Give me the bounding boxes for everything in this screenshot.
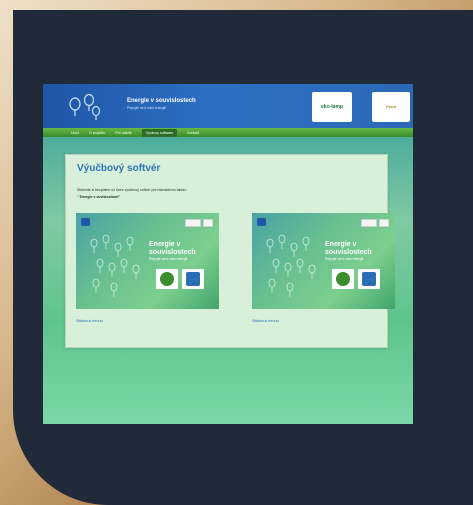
nav-item-pro-ucitele[interactable]: Pro ucitele — [115, 131, 132, 135]
nav-item-kontakt[interactable]: Kontakt — [187, 131, 199, 135]
card-subtitle: Pripojte se k nasi energii — [149, 257, 188, 261]
card-title: Energie v souvislostech — [325, 241, 372, 256]
ctrl-button-icon[interactable] — [361, 219, 377, 227]
app-logo-icon — [332, 269, 354, 289]
partner-logo-eko[interactable]: eko-lamp — [312, 92, 352, 122]
site-header: Energie v souvislostech Pripojte se k na… — [43, 84, 413, 128]
site-subtitle: Pripojte se k nasi energii! — [127, 106, 167, 110]
light-bulbs-icon — [69, 93, 101, 120]
card-subtitle: Pripojte se k nasi energii — [325, 257, 364, 261]
page-title: Výučbový softvér — [77, 163, 161, 174]
ctrl-button-icon[interactable] — [185, 219, 201, 227]
nav-item-uvod[interactable]: Uvod — [71, 131, 79, 135]
content-box: Výučbový softvér Stiahnite si bezplatne … — [65, 154, 395, 348]
software-card[interactable]: Energie v souvislostech Pripojte se k na… — [252, 213, 395, 309]
app-logo-icon — [257, 218, 266, 226]
nav-item-software[interactable]: Vyukovy software — [141, 128, 178, 137]
download-link[interactable]: Stiahnuť verziu — [76, 318, 103, 323]
app-logo-icon — [182, 269, 204, 289]
site-title: Energie v souvislostech — [127, 98, 196, 104]
ctrl-button-icon[interactable] — [203, 219, 213, 227]
app-logo-icon — [156, 269, 178, 289]
light-bulbs-icon — [266, 234, 316, 297]
ctrl-button-icon[interactable] — [379, 219, 389, 227]
intro-text: Stiahnite si bezplatne už dnes výučbový … — [77, 188, 187, 192]
light-bulbs-icon — [90, 234, 140, 297]
nav-item-o-projektu[interactable]: O projektu — [89, 131, 105, 135]
app-logo-icon — [358, 269, 380, 289]
download-link[interactable]: Stiahnuť verziu — [252, 318, 279, 323]
intro-product-name: " Energie v súvislostiach" — [77, 195, 121, 199]
app-logo-icon — [81, 218, 90, 226]
website-screenshot: Energie v souvislostech Pripojte se k na… — [43, 84, 413, 424]
main-nav: Uvod O projektu Pro ucitele Vyukovy soft… — [43, 128, 413, 137]
software-card[interactable]: Energie v souvislostech Pripojte se k na… — [76, 213, 219, 309]
partner-logo-fond[interactable]: Fond — [372, 92, 410, 122]
card-title: Energie v souvislostech — [149, 241, 196, 256]
